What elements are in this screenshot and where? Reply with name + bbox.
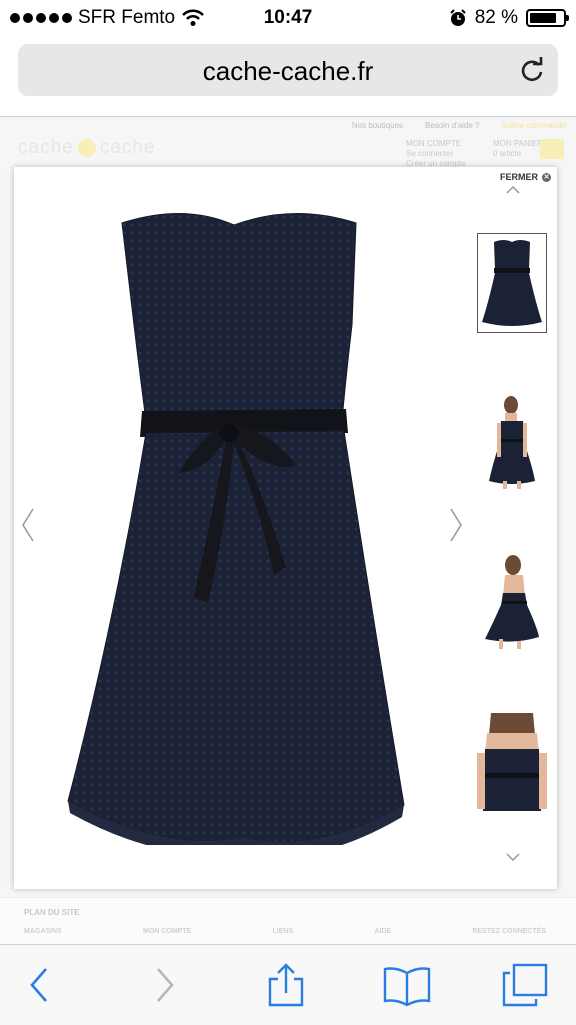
chevron-down-icon[interactable] [505,852,521,862]
back-icon[interactable] [20,963,60,1007]
product-zoom-modal: FERMER ✕ [14,167,557,889]
footer-link[interactable]: MON COMPTE [143,928,191,935]
forward-icon[interactable] [144,963,184,1007]
chevron-up-icon[interactable] [505,185,521,195]
close-label: FERMER [500,172,538,182]
thumbnail-model-back[interactable] [477,553,547,653]
chevron-right-icon[interactable] [448,507,464,543]
battery-percent: 82 % [474,7,518,28]
url-text[interactable]: cache-cache.fr [18,56,558,87]
site-logo[interactable]: cache cache [18,137,155,159]
product-main-image [67,212,405,845]
tabs-icon[interactable] [502,963,548,1007]
footer-link[interactable]: LIENS [273,928,294,935]
top-link[interactable]: Besoin d'aide ? [425,121,479,130]
site-top-links: Nos boutiques Besoin d'aide ? Suivre com… [352,121,566,130]
battery-fill [530,13,557,23]
footer-link[interactable]: RESTEZ CONNECTÉS [472,928,546,935]
site-footer: PLAN DU SITE MAGASINS MON COMPTE LIENS A… [0,897,576,946]
thumbnail-dress-front[interactable] [477,233,547,333]
top-link[interactable]: Suivre commande [502,121,566,130]
address-bar[interactable]: cache-cache.fr [18,44,558,96]
basket-icon[interactable] [540,139,564,159]
basket-link[interactable]: MON PANIER 0 article [493,139,543,159]
account-link[interactable]: MON COMPTE Se connecter Créer un compte [406,139,466,169]
close-button[interactable]: FERMER ✕ [500,172,551,182]
status-bar: SFR Femto 10:47 82 % [0,0,576,38]
thumbnail-model-closeup[interactable] [477,713,547,813]
close-icon[interactable]: ✕ [542,172,551,182]
top-link[interactable]: Nos boutiques [352,121,403,130]
battery-icon [526,9,569,27]
bookmarks-icon[interactable] [382,963,432,1007]
share-icon[interactable] [266,963,306,1007]
footer-link[interactable]: AIDE [374,928,391,935]
footer-link[interactable]: MAGASINS [24,928,62,935]
browser-toolbar [0,944,576,1025]
logo-dot-icon [77,139,96,157]
thumbnail-model-front[interactable] [477,393,547,493]
alarm-icon [449,9,466,26]
reload-icon[interactable] [518,56,546,84]
chevron-left-icon[interactable] [20,507,36,543]
footer-title: PLAN DU SITE [24,908,80,917]
